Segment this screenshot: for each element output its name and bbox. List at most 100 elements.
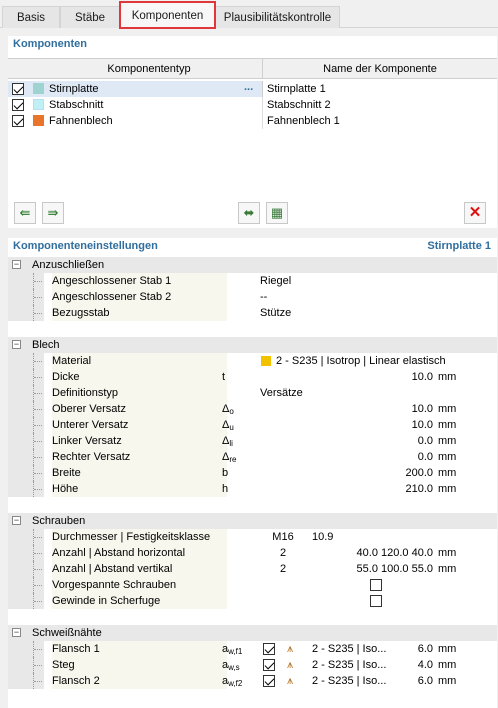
prop-row[interactable]: Bezugsstab Stütze [8,305,497,321]
thread-checkbox[interactable] [370,595,382,607]
weld-material[interactable]: 2 - S235 | Iso... [312,641,386,657]
prop-label: Vorgespannte Schrauben [52,577,227,593]
prop-value[interactable]: -- [260,289,267,305]
prop-row[interactable]: Rechter Versatz Δre 0.0 mm [8,449,497,465]
prop-row[interactable]: Oberer Versatz Δo 10.0 mm [8,401,497,417]
prop-value[interactable]: 10.0 [308,417,433,433]
prop-label: Gewinde in Scherfuge [52,593,227,609]
save-icon[interactable]: ▦ [266,202,288,224]
unit: mm [438,451,457,463]
component-row-1[interactable]: Stirnplatte ... Stirnplatte 1 [8,81,497,97]
weld-row[interactable]: Flansch 1 aw,f1 ⩚ 2 - S235 | Iso... 6.0 mm [8,641,497,657]
prop-value[interactable]: Stütze [260,305,291,321]
tab-plausibilitaetskontrolle[interactable]: Plausibilitätskontrolle [215,6,340,28]
component-name[interactable]: Stirnplatte 1 [262,81,497,97]
weld-material[interactable]: 2 - S235 | Iso... [312,673,386,689]
prop-row[interactable]: Durchmesser | Festigkeitsklasse M16 10.9 [8,529,497,545]
bolt-diameter[interactable]: M16 [263,529,303,545]
prop-row[interactable]: Gewinde in Scherfuge [8,593,497,609]
delete-icon[interactable]: ✕ [464,202,486,224]
prop-row[interactable]: Anzahl | Abstand horizontal 2 40.0 120.0 4… [8,545,497,561]
weld-thickness[interactable]: 6.0 [388,641,433,657]
component-row-2[interactable]: Stabschnitt Stabschnitt 2 [8,97,497,113]
prop-value[interactable]: Riegel [260,273,291,289]
prop-row[interactable]: Angeschlossener Stab 2 -- [8,289,497,305]
component-name[interactable]: Fahnenblech 1 [262,113,340,129]
prop-label: Anzahl | Abstand vertikal [52,561,227,577]
color-swatch [33,83,44,94]
component-row-3[interactable]: Fahnenblech Fahnenblech 1 [8,113,497,129]
tab-basis[interactable]: Basis [2,6,60,28]
prop-row-material[interactable]: Material 2 - S235 | Isotrop | Linear elas… [8,353,497,369]
prop-value[interactable]: 200.0 [308,465,433,481]
prop-value[interactable]: 0.0 [308,433,433,449]
collapse-icon[interactable]: − [12,516,21,525]
unit: mm [438,403,457,415]
group-schrauben[interactable]: − Schrauben [8,513,497,529]
weld-thickness[interactable]: 4.0 [388,657,433,673]
prop-value[interactable]: 10.0 [308,401,433,417]
move-down-icon[interactable]: ⇛ [42,202,64,224]
group-label: Anzuschließen [32,259,105,271]
prop-row[interactable]: Vorgespannte Schrauben [8,577,497,593]
component-type: Stabschnitt [49,99,104,111]
material-color-swatch [261,356,271,366]
weld-checkbox[interactable] [263,659,275,671]
checkbox[interactable] [12,115,24,127]
checkbox[interactable] [12,83,24,95]
prop-row[interactable]: Linker Versatz Δli 0.0 mm [8,433,497,449]
preloaded-checkbox[interactable] [370,579,382,591]
prop-row[interactable]: Dicke t 10.0 mm [8,369,497,385]
collapse-icon[interactable]: − [12,260,21,269]
col-name[interactable]: Name der Komponente [262,59,497,79]
prop-label: Breite [52,465,227,481]
prop-label: Oberer Versatz [52,401,227,417]
weld-checkbox[interactable] [263,643,275,655]
group-anzuschliessen[interactable]: − Anzuschließen [8,257,497,273]
ellipsis-button[interactable]: ... [244,79,253,95]
bolt-spacing-h[interactable]: 40.0 120.0 40.0 [308,545,433,561]
prop-value[interactable]: Versätze [260,385,303,401]
prop-row[interactable]: Unterer Versatz Δu 10.0 mm [8,417,497,433]
bolt-spacing-v[interactable]: 55.0 100.0 55.0 [308,561,433,577]
prop-label: Bezugsstab [52,305,227,321]
bolt-count-h[interactable]: 2 [263,545,303,561]
prop-row[interactable]: Höhe h 210.0 mm [8,481,497,497]
component-name[interactable]: Stabschnitt 2 [262,97,331,113]
components-title: Komponenten [13,38,87,50]
group-blech[interactable]: − Blech [8,337,497,353]
prop-row[interactable]: Anzahl | Abstand vertikal 2 55.0 100.0 55.… [8,561,497,577]
weld-checkbox[interactable] [263,675,275,687]
weld-row[interactable]: Steg aw,s ⩚ 2 - S235 | Iso... 4.0 mm [8,657,497,673]
import-icon[interactable]: ⬌ [238,202,260,224]
prop-row[interactable]: Definitionstyp Versätze [8,385,497,401]
prop-value[interactable]: 210.0 [308,481,433,497]
tab-staebe[interactable]: Stäbe [60,6,120,28]
prop-label: Flansch 1 [52,641,227,657]
settings-current: Stirnplatte 1 [427,240,491,252]
group-schweissnaehte[interactable]: − Schweißnähte [8,625,497,641]
bolt-class[interactable]: 10.9 [312,529,333,545]
weld-thickness[interactable]: 6.0 [388,673,433,689]
group-label: Schrauben [32,515,86,527]
tab-komponenten[interactable]: Komponenten [119,1,216,29]
prop-label: Anzahl | Abstand horizontal [52,545,227,561]
collapse-icon[interactable]: − [12,628,21,637]
prop-label: Angeschlossener Stab 2 [52,289,227,305]
prop-value[interactable]: 10.0 [308,369,433,385]
weld-material[interactable]: 2 - S235 | Iso... [312,657,386,673]
unit: mm [438,659,457,671]
checkbox[interactable] [12,99,24,111]
prop-value[interactable]: 2 - S235 | Isotrop | Linear elastisch [276,353,446,369]
prop-row[interactable]: Breite b 200.0 mm [8,465,497,481]
col-komponententyp[interactable]: Komponententyp [36,59,262,79]
bolt-count-v[interactable]: 2 [263,561,303,577]
prop-label: Unterer Versatz [52,417,227,433]
prop-value[interactable]: 0.0 [308,449,433,465]
weld-row[interactable]: Flansch 2 aw,f2 ⩚ 2 - S235 | Iso... 6.0 mm [8,673,497,689]
prop-label: Material [52,353,227,369]
collapse-icon[interactable]: − [12,340,21,349]
move-up-icon[interactable]: ⇚ [14,202,36,224]
prop-row[interactable]: Angeschlossener Stab 1 Riegel [8,273,497,289]
prop-label: Definitionstyp [52,385,227,401]
